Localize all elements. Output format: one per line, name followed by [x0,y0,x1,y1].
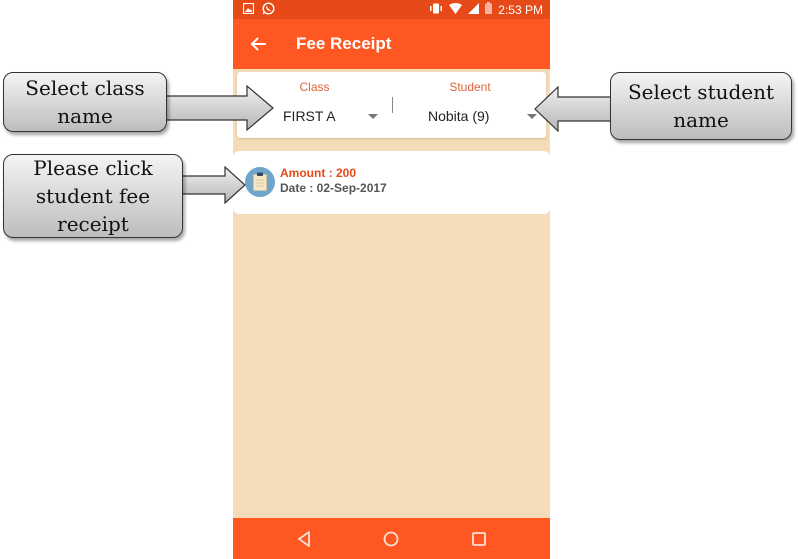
annotation-callout-class: Select class name [3,72,167,132]
annotation-callout-receipt: Please click student fee receipt [3,154,183,238]
annotation-arrow-receipt [181,166,246,204]
wifi-icon [449,2,463,17]
nav-recent-button[interactable] [468,528,490,550]
home-circle-icon [383,531,399,547]
annotation-arrow-student [534,86,614,132]
receipt-date: Date : 02-Sep-2017 [280,181,387,195]
app-bar: Fee Receipt [233,19,550,69]
navigation-bar [233,518,550,559]
phone-screen: 2:53 PM Fee Receipt Class FIRST A Studen… [233,0,550,559]
signal-icon [468,2,480,17]
annotation-arrow-class [165,84,274,132]
recent-square-icon [472,532,486,546]
battery-icon [485,2,493,17]
annotation-callout-student: Select student name [610,72,792,140]
status-bar: 2:53 PM [233,0,550,19]
back-button[interactable] [247,32,271,56]
student-dropdown[interactable]: Student Nobita (9) [394,72,546,138]
chevron-down-icon [368,114,378,119]
selector-divider [392,97,393,113]
gallery-icon [242,2,255,17]
page-title: Fee Receipt [296,34,392,53]
back-triangle-icon [298,531,310,547]
status-time: 2:53 PM [498,2,543,17]
clipboard-icon [245,167,275,197]
class-value: FIRST A [283,108,336,124]
student-value: Nobita (9) [428,108,490,124]
fee-receipt-item[interactable]: Amount : 200 Date : 02-Sep-2017 [233,151,550,214]
receipt-amount: Amount : 200 [280,166,357,180]
vibrate-icon [429,3,443,17]
arrow-left-icon [250,37,266,51]
whatsapp-icon [262,2,275,18]
nav-home-button[interactable] [380,528,402,550]
student-label: Student [449,80,491,94]
nav-back-button[interactable] [293,528,315,550]
selector-card: Class FIRST A Student Nobita (9) [237,72,546,138]
